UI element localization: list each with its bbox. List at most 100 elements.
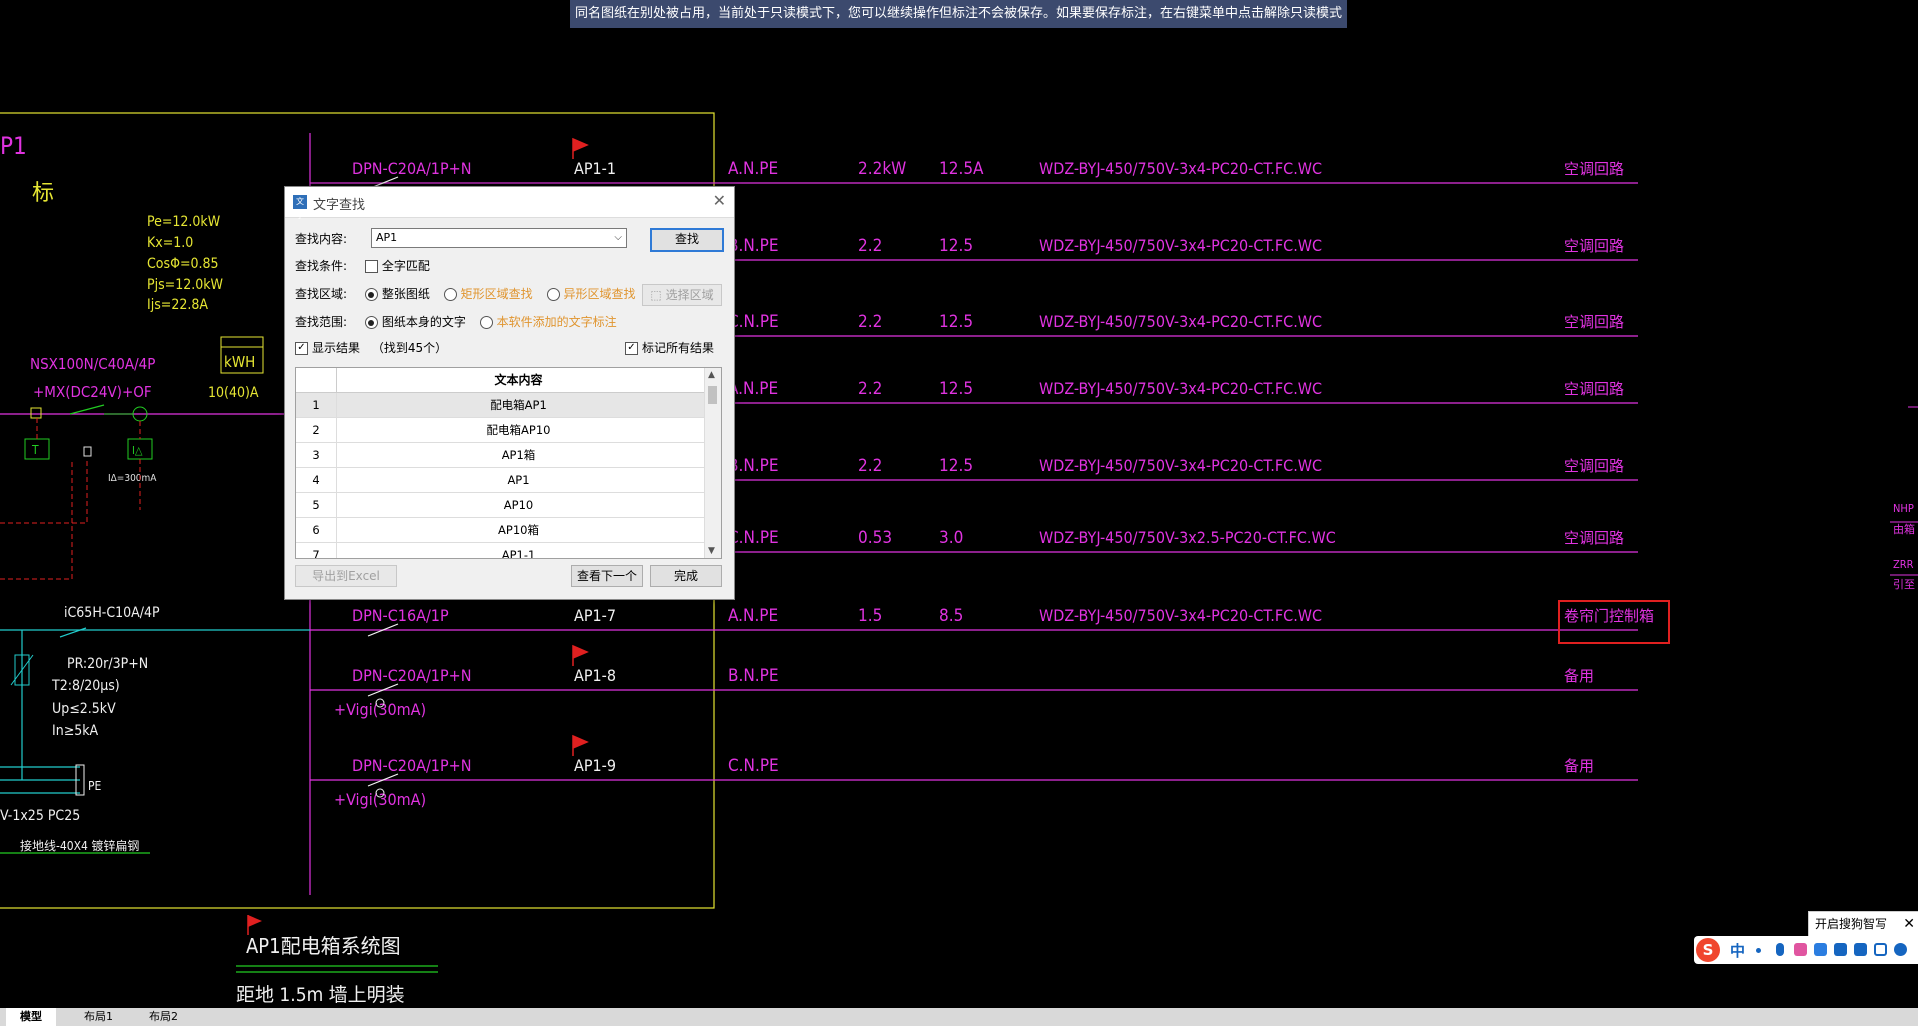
circuit-vigi-label: +Vigi(30mA): [334, 700, 426, 719]
circuit-power: 2.2: [858, 379, 882, 399]
incoming-cable: V-1x25 PC25: [0, 808, 80, 824]
dialog-titlebar[interactable]: 文字 文字查找 ✕: [285, 187, 734, 220]
results-header: 文本内容: [296, 368, 721, 393]
results-table[interactable]: 文本内容 1 配电箱AP1 2 配电箱AP10 3 AP1箱 4 AP1 5 AP10 6 AP10箱…: [295, 367, 722, 559]
ime-lang-indicator[interactable]: 中: [1730, 940, 1745, 961]
table-row[interactable]: 1 配电箱AP1: [296, 393, 721, 418]
close-icon[interactable]: ✕: [713, 191, 726, 210]
chevron-down-icon[interactable]: ⌵: [614, 229, 622, 247]
flag-icon: [572, 734, 589, 756]
circuit-use: 空调回路: [1564, 380, 1624, 398]
circuit-id: AP1-9: [574, 756, 616, 775]
rcd-symbol: I△: [132, 444, 143, 457]
find-button[interactable]: 查找: [650, 228, 724, 252]
circuit-use: 空调回路: [1564, 160, 1624, 178]
circuit-cable: WDZ-BYJ-450/750V-3x4-PC20-CT.FC.WC: [1039, 456, 1322, 475]
area-irregular-radio[interactable]: [546, 288, 560, 301]
table-row[interactable]: 5 AP10: [296, 493, 721, 518]
readonly-banner: 同名图纸在别处被占用，当前处于只读模式下，您可以继续操作但标注不会被保存。如果要…: [570, 0, 1347, 28]
area-whole-radio[interactable]: [364, 288, 378, 301]
condition-label: 查找条件:: [295, 259, 348, 273]
table-row[interactable]: 3 AP1箱: [296, 443, 721, 468]
results-scrollbar[interactable]: ▲ ▼: [704, 368, 721, 558]
load-pjs: Pjs=12.0kW: [147, 277, 224, 293]
area-rect-radio[interactable]: [443, 288, 457, 301]
circuit-vigi-label: +Vigi(30mA): [334, 790, 426, 809]
keyboard-icon[interactable]: [1874, 943, 1887, 956]
table-row[interactable]: 4 AP1: [296, 468, 721, 493]
table-row[interactable]: 2 配电箱AP10: [296, 418, 721, 443]
export-excel-button[interactable]: 导出到Excel: [295, 565, 397, 587]
circuit-current: 12.5: [939, 456, 973, 476]
ime-tooltip[interactable]: 开启搜狗智写 ✕: [1808, 911, 1918, 937]
scope-added-label: 本软件添加的文字标注: [496, 315, 617, 329]
scope-row: 查找范围: 图纸本身的文字 本软件添加的文字标注: [295, 311, 617, 333]
circuit-power: 2.2kW: [858, 159, 906, 179]
scroll-up-icon[interactable]: ▲: [708, 370, 715, 380]
spd-pr: PR:20r/3P+N: [67, 656, 148, 672]
mic-icon[interactable]: [1776, 943, 1784, 956]
scope-added-radio[interactable]: [479, 316, 493, 329]
shirt-icon[interactable]: [1854, 943, 1867, 956]
scroll-down-icon[interactable]: ▼: [708, 546, 715, 556]
circuit-current: 12.5: [939, 379, 973, 399]
scope-drawing-radio[interactable]: [364, 316, 378, 329]
row-number: 7: [296, 543, 337, 558]
spd-t2: T2:8/20μs): [51, 678, 120, 694]
ime-toolbar[interactable]: S 中: [1694, 936, 1918, 964]
show-results-checkbox[interactable]: ✓: [295, 342, 308, 355]
circuit-power: 2.2: [858, 236, 882, 256]
layout-tabs-bar: 模型 布局1 布局2: [0, 1008, 1918, 1026]
flag-icon: [248, 915, 262, 927]
full-match-checkbox[interactable]: [364, 260, 378, 273]
skin-icon[interactable]: [1794, 943, 1807, 956]
spd-in: In≥5kA: [52, 723, 99, 739]
row-number: 4: [296, 468, 337, 492]
circuit-phase: A.N.PE: [728, 159, 778, 179]
punct-icon[interactable]: [1756, 948, 1761, 953]
dialog-title: 文字查找: [313, 198, 366, 213]
done-button[interactable]: 完成: [650, 565, 722, 587]
circuit-breaker-label: DPN-C20A/1P+N: [352, 666, 471, 685]
area-irregular-label: 异形区域查找: [563, 287, 636, 301]
circuit-phase: B.N.PE: [728, 666, 779, 686]
search-label: 查找内容:: [295, 232, 348, 246]
edge-label-c: ZRR: [1893, 558, 1914, 571]
row-text: AP10: [503, 498, 534, 512]
circuit-phase: A.N.PE: [728, 379, 778, 399]
circuit-id: AP1-1: [574, 159, 616, 178]
circuit-phase: B.N.PE: [728, 456, 779, 476]
edge-label-d: 引至: [1893, 577, 1915, 591]
tab-layout2[interactable]: 布局2: [135, 1008, 192, 1026]
circuit-use: 空调回路: [1564, 237, 1624, 255]
tab-layout1[interactable]: 布局1: [70, 1008, 127, 1026]
panel-label-biao: 标: [32, 181, 54, 206]
mark-all-checkbox[interactable]: ✓: [625, 342, 638, 355]
spd-up: Up≤2.5kV: [52, 701, 116, 717]
select-area-button[interactable]: ⬚ 选择区域: [642, 284, 722, 306]
scope-label: 查找范围:: [295, 315, 348, 329]
table-row[interactable]: 6 AP10箱: [296, 518, 721, 543]
circuit-current: 12.5: [939, 236, 973, 256]
game-icon[interactable]: [1834, 943, 1847, 956]
circuit-id: AP1-7: [574, 606, 616, 625]
tab-model[interactable]: 模型: [6, 1008, 56, 1026]
circuit-use: 空调回路: [1564, 457, 1624, 475]
sogou-logo[interactable]: S: [1696, 938, 1720, 962]
circuit-phase: A.N.PE: [728, 606, 778, 626]
edge-label-a: NHP: [1893, 502, 1914, 515]
search-input[interactable]: AP1 ⌵: [371, 228, 627, 248]
select-area-label: 选择区域: [665, 288, 714, 302]
table-row[interactable]: 7 AP1-1: [296, 543, 721, 558]
circuit-phase: C.N.PE: [728, 312, 779, 332]
settings-gear-icon[interactable]: [1894, 943, 1907, 956]
circuit-cable: WDZ-BYJ-450/750V-3x4-PC20-CT.FC.WC: [1039, 379, 1322, 398]
emoji-icon[interactable]: [1814, 943, 1827, 956]
circuit-current: 3.0: [939, 528, 963, 548]
load-pe: Pe=12.0kW: [147, 214, 221, 230]
close-icon[interactable]: ✕: [1903, 912, 1915, 936]
circuit-cable: WDZ-BYJ-450/750V-3x4-PC20-CT.FC.WC: [1039, 236, 1322, 255]
main-breaker-label: NSX100N/C40A/4P: [30, 355, 155, 373]
find-next-button[interactable]: 查看下一个: [571, 565, 643, 587]
scroll-thumb[interactable]: [708, 386, 717, 404]
